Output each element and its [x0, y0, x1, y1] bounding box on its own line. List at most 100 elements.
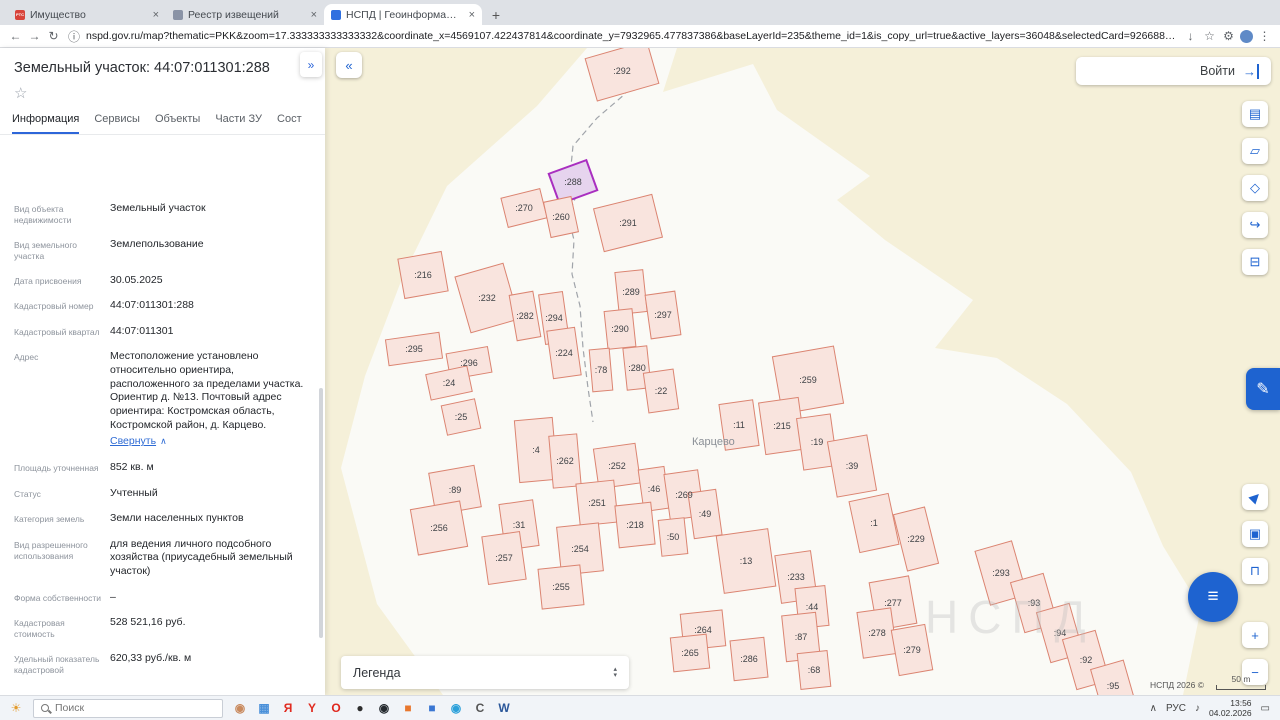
share-button[interactable]: ↪ — [1242, 212, 1268, 238]
parcel-label: :31 — [513, 520, 526, 530]
collapse-panel-button[interactable]: « — [336, 52, 362, 78]
panel-tab-объекты[interactable]: Объекты — [155, 113, 200, 134]
basemap-card-button[interactable]: ▣ — [1242, 521, 1268, 547]
yandex-icon[interactable]: Y — [300, 697, 324, 719]
village-label: Карцево — [692, 436, 735, 448]
panel-tab-части зу[interactable]: Части ЗУ — [215, 113, 262, 134]
locate-button[interactable]: ▶ — [1242, 484, 1268, 510]
browser-tab[interactable]: НСПД | Геоинформационный п × — [324, 4, 482, 25]
taskbar-search[interactable] — [33, 698, 223, 718]
parcel-label: :260 — [552, 212, 570, 222]
browser-tab[interactable]: РТС Имущество × — [8, 4, 166, 25]
panel-tab-сост[interactable]: Сост — [277, 113, 302, 134]
chat-support-button[interactable]: ≡ — [1188, 572, 1238, 622]
navigate-icon: ▶ — [1245, 487, 1264, 506]
url-text: nspd.gov.ru/map?thematic=PKK&zoom=17.333… — [86, 30, 1177, 42]
draw-tools-button[interactable]: ✎ — [1246, 368, 1280, 410]
measure-area-button[interactable]: ◇ — [1242, 175, 1268, 201]
print-button[interactable]: ⊟ — [1242, 249, 1268, 275]
word-icon[interactable]: W — [492, 697, 516, 719]
collapse-address-link[interactable]: Свернуть ∧ — [110, 435, 167, 449]
map[interactable]: :292:288:270:260:291:216:232:282:294:289… — [325, 48, 1280, 695]
blue-app-icon[interactable]: ■ — [420, 697, 444, 719]
tabs-overflow-button[interactable]: » — [300, 52, 322, 77]
ruler-button[interactable]: ▱ — [1242, 138, 1268, 164]
clock-date: 04.02.2026 — [1209, 708, 1252, 718]
search-input[interactable] — [55, 702, 195, 714]
parcel-label: :293 — [992, 568, 1010, 578]
map-watermark: НСПД — [925, 591, 1096, 643]
tab-close-icon[interactable]: × — [469, 9, 475, 21]
browser-menu-icon[interactable]: ⋮ — [1255, 29, 1274, 43]
legend-label: Легенда — [353, 665, 401, 680]
tab-favicon — [331, 9, 341, 20]
layers-button[interactable]: ▤ — [1242, 101, 1268, 127]
office-icon[interactable]: ■ — [396, 697, 420, 719]
bookmark-star-icon[interactable]: ☆ — [1200, 29, 1219, 43]
taskbar-pinned-apps: ◉ ▦ Я Y O ● ◉ ■ ■ ◉ C W — [228, 697, 516, 719]
parcel-label: :294 — [545, 313, 563, 323]
legend-bar[interactable]: Легенда ▴ ▾ — [341, 656, 629, 689]
favorite-star-icon[interactable]: ☆ — [0, 81, 40, 104]
parcel-label: :279 — [903, 645, 921, 655]
parcel-label: :39 — [846, 461, 859, 471]
photos-app-icon[interactable]: ◉ — [228, 697, 252, 719]
map-canvas[interactable]: :292:288:270:260:291:216:232:282:294:289… — [325, 48, 1280, 695]
scale-line — [1216, 685, 1266, 690]
panel-scrollbar[interactable] — [319, 388, 323, 638]
github-icon[interactable]: ◉ — [372, 697, 396, 719]
notification-center-icon[interactable]: ▭ — [1261, 703, 1270, 714]
chevron-up-icon: ∧ — [160, 436, 167, 447]
download-icon[interactable]: ↓ — [1181, 29, 1200, 43]
field-row: Кадастровый квартал 44:07:011301 — [0, 319, 325, 345]
scale-bar: 50 m — [1216, 674, 1266, 690]
field-label: Площадь уточненная — [14, 462, 99, 473]
language-indicator[interactable]: РУС — [1166, 703, 1186, 714]
new-tab-button[interactable]: + — [486, 5, 506, 25]
panel-tab-информация[interactable]: Информация — [12, 113, 80, 134]
c-app-icon[interactable]: C — [468, 697, 492, 719]
news-widget-icon[interactable]: ☀ — [4, 697, 28, 719]
profile-avatar[interactable] — [1240, 29, 1253, 43]
field-label: Категория земель — [14, 514, 85, 525]
site-info-icon[interactable]: ⓘ — [67, 28, 81, 45]
parcel-label: :215 — [773, 421, 791, 431]
panel-tab-сервисы[interactable]: Сервисы — [94, 113, 140, 134]
dark-app-icon[interactable]: ● — [348, 697, 372, 719]
telegram-icon[interactable]: ◉ — [444, 697, 468, 719]
tray-up-icon[interactable]: ∧ — [1150, 703, 1157, 714]
field-value: Земельный участок — [110, 202, 206, 214]
explorer-icon[interactable]: ▦ — [252, 697, 276, 719]
zoom-in-button[interactable]: + — [1242, 622, 1268, 648]
parcel-label: :11 — [733, 420, 745, 430]
field-value: 44:07:011301:288 — [110, 299, 194, 312]
yandex-browser-icon[interactable]: Я — [276, 697, 300, 719]
parcel-label: :265 — [681, 648, 699, 658]
tab-title: Имущество — [30, 8, 86, 21]
parcel-label: :78 — [595, 365, 608, 375]
tab-close-icon[interactable]: × — [153, 9, 159, 21]
field-row: Площадь уточненная 852 кв. м — [0, 455, 325, 481]
tab-close-icon[interactable]: × — [311, 9, 317, 21]
field-label: Вид земельного участка — [14, 239, 78, 261]
legend-expand-icon[interactable]: ▴ ▾ — [613, 666, 617, 679]
parcel-label: :257 — [495, 553, 513, 563]
browser-tab[interactable]: Реестр извещений × — [166, 4, 324, 25]
url-bar[interactable]: ⓘ nspd.gov.ru/map?thematic=PKK&zoom=17.3… — [67, 28, 1177, 45]
parcel-label: :25 — [455, 412, 468, 422]
opera-icon[interactable]: O — [324, 697, 348, 719]
snap-button[interactable]: ⊓ — [1242, 558, 1268, 584]
reload-icon[interactable]: ↻ — [44, 29, 63, 43]
parcel-label: :229 — [907, 534, 925, 544]
parcel-label: :292 — [613, 66, 631, 76]
parcel-label: :89 — [449, 485, 462, 495]
parcel-label: :232 — [478, 293, 496, 303]
taskbar-clock[interactable]: 13:56 04.02.2026 — [1209, 698, 1252, 718]
login-button[interactable]: Войти → — [1076, 57, 1271, 85]
extensions-icon[interactable]: ⚙ — [1219, 29, 1238, 43]
forward-icon[interactable]: → — [25, 29, 44, 43]
search-icon — [41, 704, 49, 712]
speaker-icon[interactable]: ♪ — [1195, 703, 1200, 714]
back-icon[interactable]: ← — [6, 29, 25, 43]
tab-favicon — [173, 9, 183, 20]
